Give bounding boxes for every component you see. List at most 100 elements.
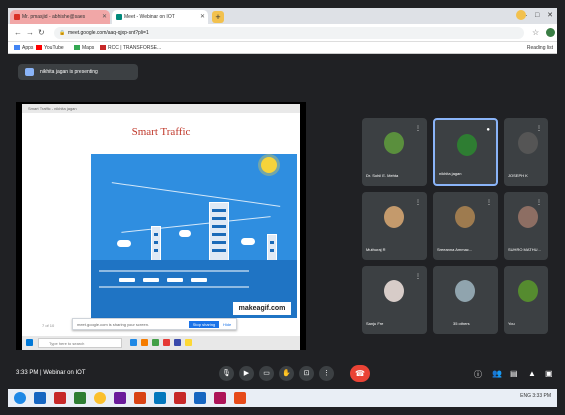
screen: Mr. pmasjid - abhishe@saes ✕ Meet - Webi… — [0, 0, 565, 415]
lock-icon[interactable]: ▣ — [545, 369, 553, 378]
taskbar-app-icon[interactable] — [234, 392, 246, 404]
network-line — [111, 182, 281, 207]
car-icon — [167, 278, 183, 282]
participant-tile[interactable]: ⋮ Muthuraj R — [362, 192, 427, 260]
forward-arrow-icon[interactable]: → — [26, 28, 34, 37]
participant-tile[interactable]: ⋮ Sreeanna Ammac... — [433, 192, 498, 260]
tower-building-icon — [209, 202, 229, 266]
avatar — [384, 280, 404, 302]
others-tile[interactable]: 35 others — [433, 266, 498, 334]
close-tab-icon[interactable]: ✕ — [102, 13, 107, 20]
close-window-button[interactable]: ✕ — [547, 12, 553, 19]
sun-icon — [261, 157, 277, 173]
participant-tile-active[interactable]: ● nikhita jagan — [433, 118, 498, 186]
present-icon[interactable]: ⊡ — [299, 366, 314, 381]
raise-hand-icon[interactable]: ✋ — [279, 366, 294, 381]
close-tab-icon[interactable]: ✕ — [200, 13, 205, 20]
mail-icon — [14, 14, 20, 20]
lane-marking — [99, 286, 249, 288]
app-icon — [141, 339, 148, 346]
smart-city-illustration: makeagif.com — [91, 154, 297, 318]
participant-tile[interactable]: ⋮ Sanju Fre — [362, 266, 427, 334]
bookmark-star-icon[interactable]: ☆ — [532, 28, 539, 37]
bookmark-apps[interactable]: Apps — [14, 45, 33, 51]
browser-tab-mail[interactable]: Mr. pmasjid - abhishe@saes ✕ — [10, 10, 110, 24]
meeting-time-title: 3:33 PM | Webinar on IOT — [16, 370, 86, 376]
app-icon — [152, 339, 159, 346]
participant-name: JOSEPH K — [508, 173, 528, 178]
cloud-icon — [241, 238, 255, 245]
extension-icon[interactable] — [516, 10, 526, 20]
participant-name: Sanju Fre — [366, 321, 384, 326]
mic-off-icon: ⋮ — [536, 126, 542, 132]
taskbar-app-icon[interactable] — [134, 392, 146, 404]
camera-icon[interactable]: ▶ — [239, 366, 254, 381]
taskbar-app-icon[interactable] — [74, 392, 86, 404]
maps-icon — [74, 45, 80, 51]
taskbar-app-icon[interactable] — [34, 392, 46, 404]
stop-sharing-button[interactable]: Stop sharing — [189, 321, 219, 328]
new-tab-button[interactable]: + — [212, 11, 224, 23]
back-arrow-icon[interactable]: ← — [14, 28, 22, 37]
participant-name: You — [508, 321, 515, 326]
more-options-icon[interactable]: ⋮ — [319, 366, 334, 381]
taskbar-app-icon[interactable] — [114, 392, 126, 404]
participant-tile[interactable]: ⋮ SUHRO MATHU... — [504, 192, 548, 260]
presenting-text: nikhita jagan is presenting — [40, 69, 98, 75]
info-icon[interactable]: ⓘ — [474, 369, 482, 380]
taskbar-app-icon[interactable] — [194, 392, 206, 404]
self-tile[interactable]: You — [504, 266, 548, 334]
cloud-icon — [179, 230, 191, 237]
activities-icon[interactable]: ▲ — [528, 369, 536, 378]
participant-tile[interactable]: ⋮ Dr. Sohil E. Mehta — [362, 118, 427, 186]
people-icon[interactable]: 👥 — [492, 369, 502, 378]
avatar — [384, 132, 404, 154]
lane-marking — [99, 270, 249, 272]
participant-name: Sreeanna Ammac... — [437, 247, 473, 252]
participant-name: 35 others — [453, 321, 470, 326]
profile-avatar[interactable] — [546, 28, 555, 37]
mic-off-icon: ⋮ — [415, 126, 421, 132]
slide-page-number: 7 of 10 — [42, 323, 55, 328]
taskbar-app-icon[interactable] — [174, 392, 186, 404]
taskbar-app-icon[interactable] — [154, 392, 166, 404]
taskbar-app-icon[interactable] — [54, 392, 66, 404]
address-bar[interactable]: 🔒 meet.google.com/aaq-qjxp-snt?pli=1 — [54, 27, 524, 39]
captions-icon[interactable]: ▭ — [259, 366, 274, 381]
app-icon — [174, 339, 181, 346]
slide-window: Smart Traffic - nikhita jagan Smart Traf… — [22, 104, 300, 350]
windows-taskbar: ENG 3:33 PM — [8, 389, 557, 407]
chat-icon[interactable]: ▤ — [510, 369, 518, 378]
car-icon — [119, 278, 135, 282]
participant-tile[interactable]: ⋮ JOSEPH K — [504, 118, 548, 186]
reading-list[interactable]: Reading list — [527, 45, 553, 51]
avatar — [455, 206, 475, 228]
maximize-button[interactable]: □ — [535, 12, 539, 19]
mic-icon[interactable]: 🎙 — [219, 366, 234, 381]
others-avatars — [455, 280, 475, 302]
bookmark-rcc[interactable]: RCC | TRANSFORSE... — [100, 45, 161, 51]
bookmark-maps[interactable]: Maps — [74, 45, 94, 51]
hide-button[interactable]: Hide — [223, 322, 231, 327]
reload-icon[interactable]: ↻ — [38, 28, 45, 37]
app-icon — [130, 339, 137, 346]
meet-control-bar: 3:33 PM | Webinar on IOT 🎙 ▶ ▭ ✋ ⊡ ⋮ ☎ ⓘ… — [8, 359, 557, 389]
browser-tab-meet[interactable]: Meet - Webinar on IOT ✕ — [112, 10, 208, 24]
leave-call-button[interactable]: ☎ — [350, 365, 370, 382]
car-icon — [191, 278, 207, 282]
mic-off-icon: ⋮ — [415, 274, 421, 280]
shared-screen[interactable]: Smart Traffic - nikhita jagan Smart Traf… — [16, 102, 306, 350]
chrome-icon[interactable] — [94, 392, 106, 404]
car-icon — [143, 278, 159, 282]
mic-off-icon: ⋮ — [486, 200, 492, 206]
bookmark-youtube[interactable]: YouTube — [36, 45, 64, 51]
avatar — [518, 206, 538, 228]
share-notice-text: meet.google.com is sharing your screen. — [77, 322, 150, 327]
screen-share-notification: meet.google.com is sharing your screen. … — [72, 318, 237, 330]
app-icon — [163, 339, 170, 346]
mic-off-icon: ⋮ — [536, 200, 542, 206]
start-icon[interactable] — [14, 392, 26, 404]
avatar — [518, 280, 538, 302]
taskbar-app-icon[interactable] — [214, 392, 226, 404]
participant-name: SUHRO MATHU... — [508, 247, 541, 252]
